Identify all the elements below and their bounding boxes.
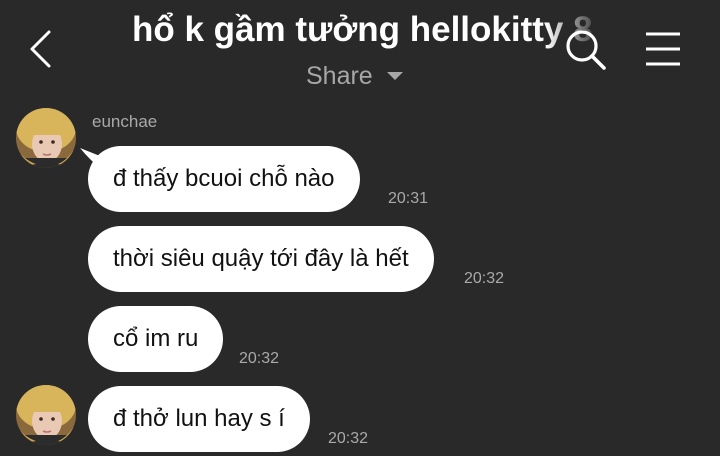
message-list: eunchae đ thấy bcuoi chỗ nào 20:31 thời … [0, 100, 720, 456]
sender-avatar[interactable] [16, 385, 76, 445]
message-time: 20:32 [464, 270, 505, 287]
chevron-left-icon [30, 30, 51, 68]
chat-header: hổ k gầm tưởng hellokitty 8 Share [0, 0, 720, 100]
search-icon [566, 30, 606, 70]
message-bubble[interactable]: đ thở lun hay s í [88, 386, 310, 452]
avatar-photo [16, 108, 76, 168]
message-time: 20:31 [388, 190, 429, 207]
menu-button[interactable] [644, 30, 682, 70]
message-time: 20:32 [328, 430, 369, 447]
message-bubble[interactable]: thời siêu quậy tới đây là hết [88, 226, 434, 292]
sender-name: eunchae [92, 112, 158, 131]
share-dropdown-label[interactable]: Share [306, 60, 373, 92]
message-bubble[interactable]: đ thấy bcuoi chỗ nào [88, 146, 360, 212]
message-time: 20:32 [239, 350, 280, 367]
message-bubble[interactable]: cổ im ru [88, 306, 224, 372]
sender-avatar[interactable] [16, 108, 76, 168]
caret-down-icon[interactable] [387, 72, 403, 80]
avatar-photo [16, 385, 76, 445]
chat-title[interactable]: hổ k gầm tưởng hellokitty 8 [132, 8, 602, 52]
hamburger-menu-icon [646, 32, 680, 66]
back-button[interactable] [22, 26, 62, 72]
search-button[interactable] [562, 26, 610, 74]
